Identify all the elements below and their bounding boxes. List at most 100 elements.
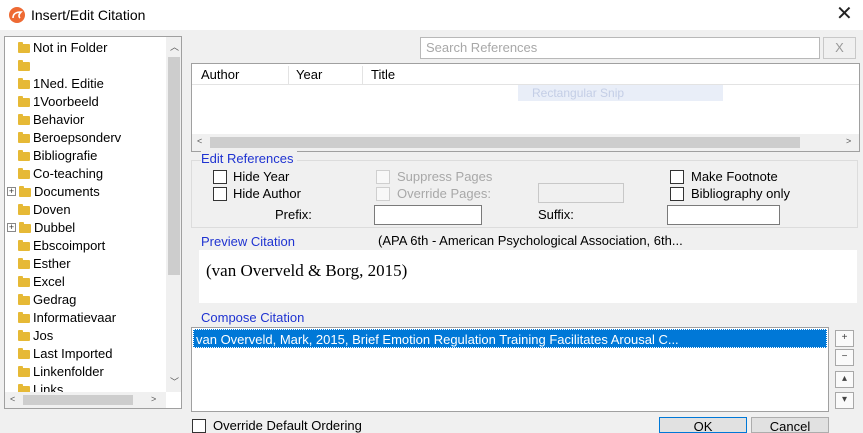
app-logo-icon [9, 7, 25, 23]
expand-icon[interactable]: + [7, 223, 16, 232]
bibliography-only-checkbox[interactable] [670, 187, 684, 201]
prefix-label: Prefix: [275, 207, 312, 222]
scrollbar-thumb[interactable] [23, 395, 133, 405]
window-title: Insert/Edit Citation [31, 7, 146, 23]
folder-icon [18, 42, 30, 53]
folder-icon [18, 240, 30, 251]
folder-tree[interactable]: Not in Folder 1Ned. Editie 1Voorbeeld Behav… [4, 36, 182, 409]
folder-icon [18, 366, 30, 377]
hide-author-checkbox[interactable] [213, 187, 227, 201]
suppress-pages-checkbox[interactable] [376, 170, 390, 184]
sidebar-item-folder[interactable]: Bibliografie [5, 147, 165, 165]
preview-citation-box: (van Overveld & Borg, 2015) [199, 250, 857, 303]
folder-label: Dubbel [34, 220, 76, 235]
sidebar-item-folder[interactable]: Informatievaar [5, 309, 165, 327]
hide-year-label: Hide Year [233, 169, 290, 184]
folder-label: Beroepsonderv [33, 130, 122, 145]
drag-ghost: Rectangular Snip [518, 85, 723, 101]
edit-references-title: Edit References [201, 151, 297, 166]
folder-icon [18, 294, 30, 305]
folder-label: 1Voorbeeld [33, 94, 99, 109]
folder-label: Documents [34, 184, 100, 199]
references-table[interactable]: Author Year Title Rectangular Snip < > [191, 63, 860, 152]
sidebar-item-folder[interactable]: Excel [5, 273, 165, 291]
scroll-left-icon[interactable]: < [10, 394, 15, 404]
sidebar-item-folder[interactable]: Beroepsonderv [5, 129, 165, 147]
sidebar-item-folder[interactable]: Ebscoimport [5, 237, 165, 255]
scrollbar-thumb[interactable] [168, 57, 180, 275]
expand-icon[interactable]: + [7, 187, 16, 196]
close-icon[interactable]: ✕ [836, 3, 853, 25]
title-bar: Insert/Edit Citation ✕ [0, 0, 863, 30]
folder-label: Doven [33, 202, 71, 217]
override-default-ordering-label: Override Default Ordering [213, 418, 362, 433]
folder-icon [18, 78, 30, 89]
sidebar-item-folder[interactable]: Linkenfolder [5, 363, 165, 381]
sidebar-item-folder[interactable]: Esther [5, 255, 165, 273]
folder-icon [19, 222, 31, 233]
make-footnote-label: Make Footnote [691, 169, 778, 184]
make-footnote-checkbox[interactable] [670, 170, 684, 184]
sidebar-item-folder[interactable]: + Documents [5, 183, 165, 201]
folder-icon [18, 258, 30, 269]
sidebar-item-folder[interactable]: Co-teaching [5, 165, 165, 183]
move-down-button[interactable]: ▾ [835, 392, 854, 409]
folder-label: Linkenfolder [33, 364, 104, 379]
bibliography-only-label: Bibliography only [691, 186, 791, 201]
folder-label: Last Imported [33, 346, 113, 361]
override-pages-field[interactable] [538, 183, 624, 203]
sidebar-item-folder[interactable] [5, 57, 165, 75]
folder-tree-vertical-scrollbar[interactable]: ︿ ﹀ [166, 37, 181, 392]
add-citation-button[interactable]: + [835, 330, 854, 347]
folder-icon [18, 312, 30, 323]
sidebar-item-folder[interactable]: Jos [5, 327, 165, 345]
list-item[interactable]: van Overveld, Mark, 2015, Brief Emotion … [193, 329, 827, 348]
folder-label: Bibliografie [33, 148, 98, 163]
folder-label: Informatievaar [33, 310, 117, 325]
folder-label: Excel [33, 274, 65, 289]
prefix-field[interactable] [374, 205, 482, 225]
column-divider[interactable] [362, 66, 363, 84]
override-default-ordering-checkbox[interactable] [192, 419, 206, 433]
folder-icon [18, 348, 30, 359]
column-divider[interactable] [288, 66, 289, 84]
sidebar-item-folder[interactable]: + Dubbel [5, 219, 165, 237]
scroll-right-icon[interactable]: > [151, 394, 156, 404]
folder-icon [18, 168, 30, 179]
scrollbar-thumb[interactable] [210, 137, 800, 148]
ok-button[interactable]: OK [659, 417, 747, 433]
search-input[interactable]: Search References [420, 37, 820, 59]
compose-citation-title: Compose Citation [201, 310, 308, 325]
override-pages-checkbox[interactable] [376, 187, 390, 201]
sidebar-item-folder[interactable]: Gedrag [5, 291, 165, 309]
hide-year-checkbox[interactable] [213, 170, 227, 184]
sidebar-item-folder[interactable]: 1Voorbeeld [5, 93, 165, 111]
folder-icon [18, 276, 30, 287]
suffix-field[interactable] [667, 205, 780, 225]
cancel-button[interactable]: Cancel [751, 417, 829, 433]
column-header-year[interactable]: Year [296, 66, 322, 84]
compose-citation-list[interactable]: van Overveld, Mark, 2015, Brief Emotion … [191, 327, 829, 412]
folder-tree-horizontal-scrollbar[interactable]: < > [5, 392, 166, 408]
sidebar-item-folder[interactable]: Behavior [5, 111, 165, 129]
sidebar-item-folder[interactable]: Last Imported [5, 345, 165, 363]
column-header-author[interactable]: Author [201, 66, 239, 84]
scroll-right-icon[interactable]: > [846, 136, 851, 146]
citation-style-label: (APA 6th - American Psychological Associ… [378, 233, 683, 248]
scroll-down-icon[interactable]: ﹀ [170, 375, 179, 388]
column-header-title[interactable]: Title [371, 66, 395, 84]
hide-author-label: Hide Author [233, 186, 301, 201]
search-clear-button[interactable]: X [823, 37, 856, 59]
references-horizontal-scrollbar[interactable]: < > [192, 134, 859, 151]
sidebar-item-folder[interactable]: Not in Folder [5, 39, 165, 57]
folder-label: 1Ned. Editie [33, 76, 104, 91]
suppress-pages-label: Suppress Pages [397, 169, 493, 184]
remove-citation-button[interactable]: − [835, 349, 854, 366]
folder-icon [18, 150, 30, 161]
scroll-up-icon[interactable]: ︿ [170, 40, 179, 53]
sidebar-item-folder[interactable]: Doven [5, 201, 165, 219]
scroll-left-icon[interactable]: < [197, 136, 202, 146]
preview-citation-text: (van Overveld & Borg, 2015) [206, 261, 408, 280]
sidebar-item-folder[interactable]: 1Ned. Editie [5, 75, 165, 93]
move-up-button[interactable]: ▴ [835, 371, 854, 388]
